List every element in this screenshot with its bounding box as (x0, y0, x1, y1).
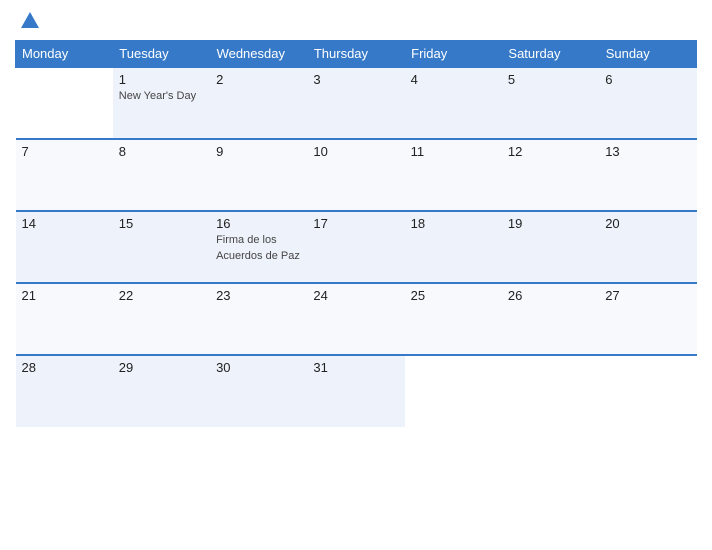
calendar-cell: 15 (113, 211, 210, 283)
calendar-cell: 24 (307, 283, 404, 355)
holiday-label: Firma de los Acuerdos de Paz (216, 234, 300, 262)
calendar-cell: 28 (16, 355, 113, 427)
day-number: 22 (119, 288, 206, 303)
calendar-cell (16, 67, 113, 139)
day-number: 26 (508, 288, 595, 303)
day-number: 28 (22, 360, 109, 375)
calendar-cell: 16 Firma de los Acuerdos de Paz (210, 211, 307, 283)
day-number: 23 (216, 288, 303, 303)
calendar-week-row: 28 29 30 31 (16, 355, 697, 427)
calendar-cell (405, 355, 502, 427)
calendar-week-row: 1 New Year's Day 23456 (16, 67, 697, 139)
weekday-header: Thursday (307, 41, 404, 68)
calendar-cell: 1 New Year's Day (113, 67, 210, 139)
calendar-cell: 6 (599, 67, 696, 139)
weekday-header: Saturday (502, 41, 599, 68)
day-number: 9 (216, 144, 303, 159)
calendar-cell: 12 (502, 139, 599, 211)
calendar-cell: 5 (502, 67, 599, 139)
day-number: 31 (313, 360, 400, 375)
calendar-header (15, 10, 697, 32)
calendar-cell: 27 (599, 283, 696, 355)
day-number: 2 (216, 72, 303, 87)
calendar-cell: 18 (405, 211, 502, 283)
day-number: 14 (22, 216, 109, 231)
holiday-label: New Year's Day (119, 90, 196, 102)
day-number: 21 (22, 288, 109, 303)
day-number: 27 (605, 288, 692, 303)
calendar-cell: 29 (113, 355, 210, 427)
weekday-header: Tuesday (113, 41, 210, 68)
day-number: 20 (605, 216, 692, 231)
day-number: 30 (216, 360, 303, 375)
day-number: 17 (313, 216, 400, 231)
day-number: 25 (411, 288, 498, 303)
day-number: 3 (313, 72, 400, 87)
calendar-week-row: 789 10 11 12 13 (16, 139, 697, 211)
calendar-cell (599, 355, 696, 427)
calendar-cell: 19 (502, 211, 599, 283)
calendar-cell: 3 (307, 67, 404, 139)
calendar-wrapper: MondayTuesdayWednesdayThursdayFridaySatu… (0, 0, 712, 550)
day-number: 8 (119, 144, 206, 159)
calendar-cell: 13 (599, 139, 696, 211)
calendar-cell: 4 (405, 67, 502, 139)
day-number: 18 (411, 216, 498, 231)
calendar-cell: 2 (210, 67, 307, 139)
day-number: 19 (508, 216, 595, 231)
day-number: 11 (411, 144, 498, 159)
calendar-week-row: 14 15 16 Firma de los Acuerdos de Paz 17 18 19… (16, 211, 697, 283)
calendar-cell: 8 (113, 139, 210, 211)
day-number: 13 (605, 144, 692, 159)
calendar-cell: 9 (210, 139, 307, 211)
calendar-cell: 31 (307, 355, 404, 427)
calendar-cell: 23 (210, 283, 307, 355)
day-number: 15 (119, 216, 206, 231)
weekday-header: Friday (405, 41, 502, 68)
day-number: 10 (313, 144, 400, 159)
weekday-header: Wednesday (210, 41, 307, 68)
day-number: 7 (22, 144, 109, 159)
calendar-cell: 11 (405, 139, 502, 211)
calendar-cell: 22 (113, 283, 210, 355)
calendar-week-row: 21 22 23 24 25 26 27 (16, 283, 697, 355)
day-number: 29 (119, 360, 206, 375)
calendar-cell: 21 (16, 283, 113, 355)
logo (17, 10, 41, 32)
day-number: 12 (508, 144, 595, 159)
weekday-header-row: MondayTuesdayWednesdayThursdayFridaySatu… (16, 41, 697, 68)
day-number: 1 (119, 72, 206, 87)
calendar-cell: 25 (405, 283, 502, 355)
day-number: 6 (605, 72, 692, 87)
weekday-header: Sunday (599, 41, 696, 68)
calendar-cell: 30 (210, 355, 307, 427)
calendar-cell: 14 (16, 211, 113, 283)
day-number: 5 (508, 72, 595, 87)
calendar-body: 1New Year's Day2345678910111213141516Fir… (16, 67, 697, 427)
calendar-cell (502, 355, 599, 427)
day-number: 16 (216, 216, 303, 231)
calendar-table: MondayTuesdayWednesdayThursdayFridaySatu… (15, 40, 697, 427)
calendar-cell: 20 (599, 211, 696, 283)
calendar-cell: 7 (16, 139, 113, 211)
calendar-thead: MondayTuesdayWednesdayThursdayFridaySatu… (16, 41, 697, 68)
logo-icon (19, 10, 41, 32)
day-number: 4 (411, 72, 498, 87)
day-number: 24 (313, 288, 400, 303)
weekday-header: Monday (16, 41, 113, 68)
calendar-cell: 10 (307, 139, 404, 211)
calendar-cell: 26 (502, 283, 599, 355)
calendar-cell: 17 (307, 211, 404, 283)
